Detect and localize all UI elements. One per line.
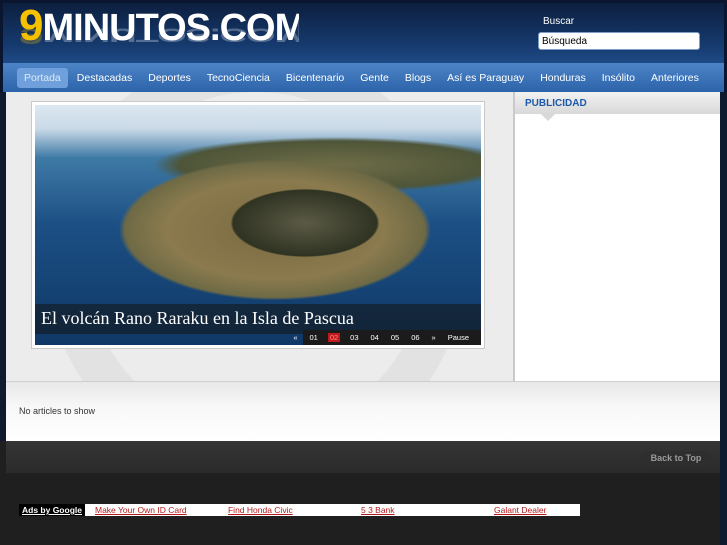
sidebar: PUBLICIDAD (513, 92, 722, 381)
site-logo[interactable]: 9MINUTOS.COM 9MINUTOS.COM (19, 7, 299, 65)
no-articles-message: No articles to show (19, 406, 96, 416)
right-edge (720, 92, 727, 545)
slider-page-01[interactable]: 01 (307, 333, 319, 342)
nav-item-insolito[interactable]: Insólito (595, 68, 642, 88)
slider-pause-button[interactable]: Pause (446, 333, 471, 342)
search-label: Buscar (543, 16, 575, 27)
nav-item-anteriores[interactable]: Anteriores (644, 68, 706, 88)
publicidad-heading: PUBLICIDAD (515, 92, 722, 114)
ad-link-53-bank[interactable]: 5 3 Bank (351, 504, 484, 516)
nav-item-deportes[interactable]: Deportes (141, 68, 198, 88)
slider-prev-button[interactable]: « (291, 333, 299, 342)
slider-page-02[interactable]: 02 (327, 333, 341, 342)
ads-by-google-link[interactable]: Ads by Google (19, 504, 85, 516)
slider-next-button[interactable]: » (430, 333, 438, 342)
search-input[interactable] (538, 32, 700, 50)
nav-item-destacadas[interactable]: Destacadas (70, 68, 139, 88)
nav-item-bicentenario[interactable]: Bicentenario (279, 68, 351, 88)
featured-content: El volcán Rano Raraku en la Isla de Pasc… (6, 92, 513, 381)
nav-item-asi-es-paraguay[interactable]: Así es Paraguay (440, 68, 531, 88)
footer-band (6, 441, 720, 473)
heading-arrow-icon (541, 114, 555, 121)
ad-link-honda-civic[interactable]: Find Honda Civic (218, 504, 351, 516)
ad-link-galant-dealer[interactable]: Galant Dealer (484, 504, 580, 516)
ad-link-id-card[interactable]: Make Your Own ID Card (85, 504, 218, 516)
articles-section: No articles to show (6, 381, 720, 441)
image-slider[interactable]: El volcán Rano Raraku en la Isla de Pasc… (32, 102, 484, 348)
site-footer: Back to Top Ads by Google Make Your Own … (0, 441, 720, 545)
slider-page-03[interactable]: 03 (348, 333, 360, 342)
slider-pager: « 01 02 03 04 05 06 » Pause (293, 330, 481, 345)
nav-item-gente[interactable]: Gente (353, 68, 396, 88)
slider-page-06[interactable]: 06 (409, 333, 421, 342)
nav-item-blogs[interactable]: Blogs (398, 68, 438, 88)
google-ads-bar: Ads by Google Make Your Own ID Card Find… (19, 504, 580, 516)
slider-page-04[interactable]: 04 (369, 333, 381, 342)
nav-item-portada[interactable]: Portada (17, 67, 68, 88)
logo-reflection-name: MINUTOS.COM (42, 24, 299, 45)
slider-page-05[interactable]: 05 (389, 333, 401, 342)
back-to-top-button[interactable]: Back to Top (643, 451, 709, 466)
logo-reflection-nine: 9 (19, 23, 43, 49)
nav-item-tecnociencia[interactable]: TecnoCiencia (200, 68, 277, 88)
nav-item-honduras[interactable]: Honduras (533, 68, 593, 88)
main-nav: Portada Destacadas Deportes TecnoCiencia… (0, 63, 727, 92)
logo-reflection: 9MINUTOS.COM (19, 24, 299, 49)
